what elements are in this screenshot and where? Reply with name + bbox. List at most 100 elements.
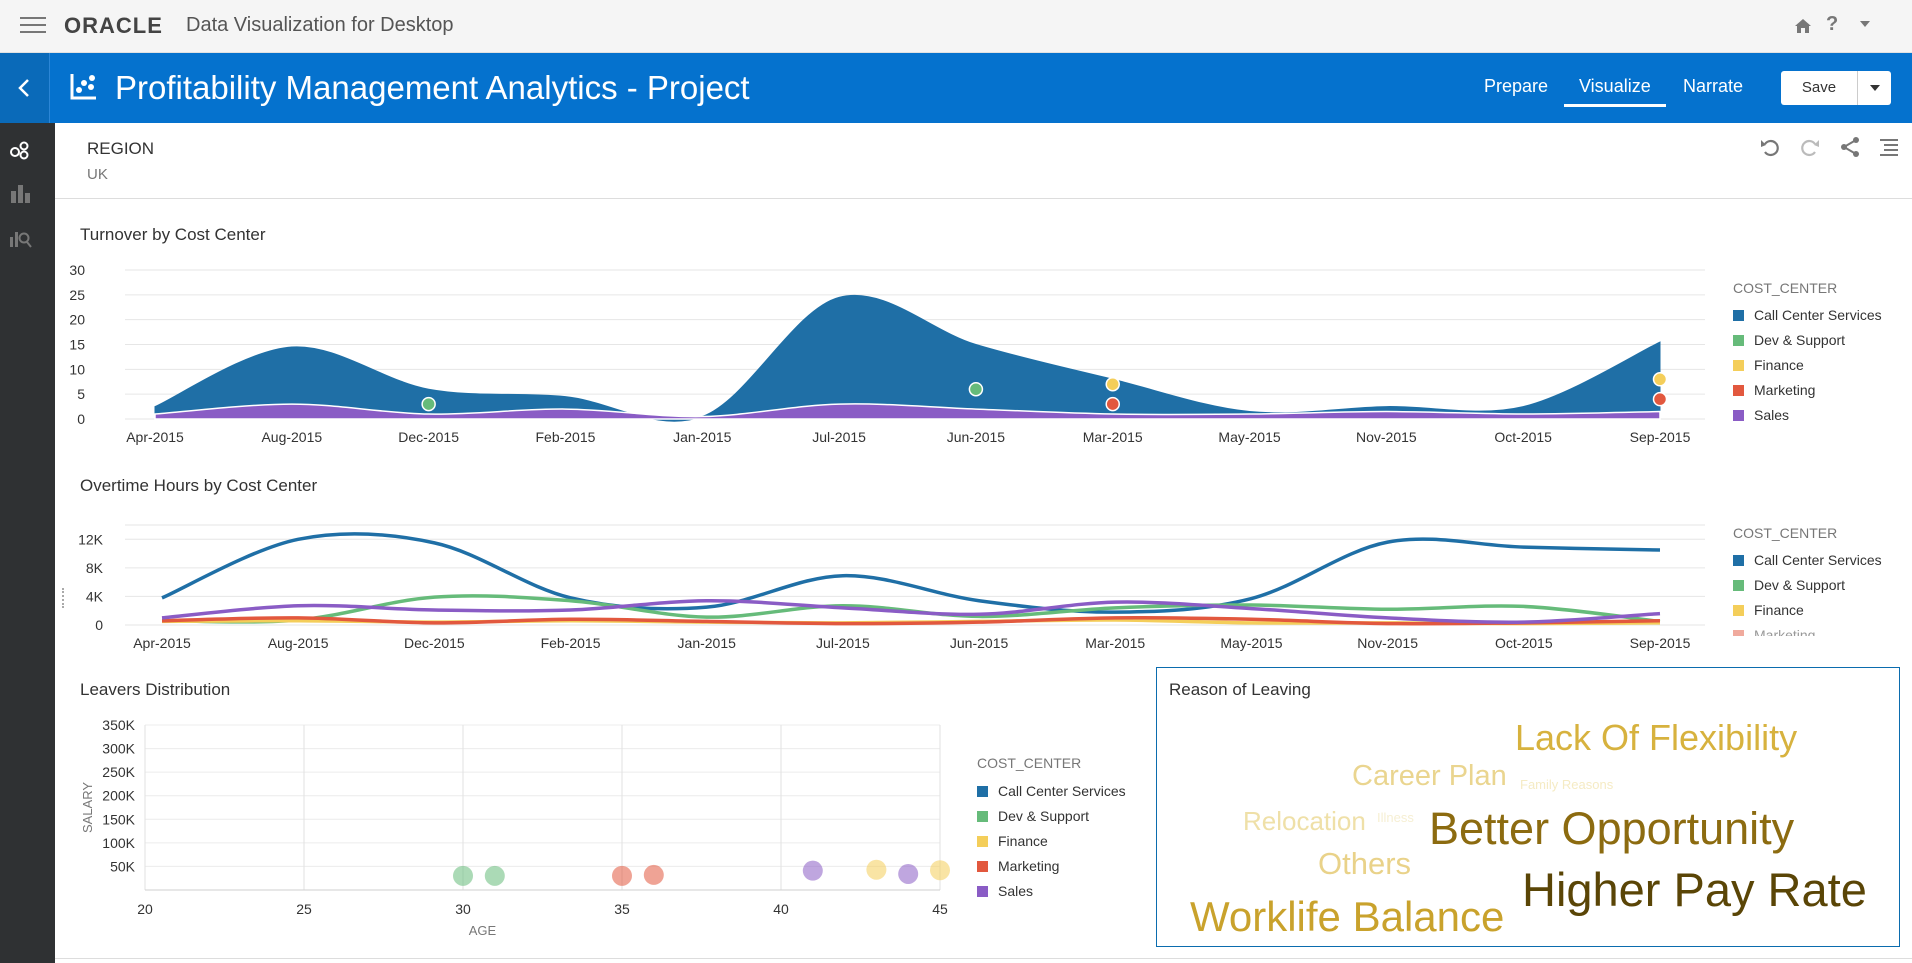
oracle-logo: ORACLE [64, 13, 163, 38]
scatter-point-dev-support [453, 865, 473, 886]
legend-label: Dev & Support [998, 808, 1090, 824]
x-tick-label: Feb-2015 [535, 429, 595, 445]
scatter-point-finance [930, 860, 950, 881]
x-tick-label: 40 [773, 901, 789, 917]
resize-handle[interactable] [62, 588, 64, 608]
word-lack-of-flexibility[interactable]: Lack Of Flexibility [1515, 717, 1797, 759]
redo-icon[interactable] [1799, 136, 1821, 163]
overtime-line-chart[interactable]: 0 4K 8K 12K Apr-2015 Aug-2015 Dec-2015 Feb-2015… [55, 510, 1705, 660]
turnover-chart-title: Turnover by Cost Center [80, 225, 266, 244]
y-tick-label: 250K [102, 764, 135, 780]
legend-swatch [1733, 630, 1744, 636]
overtime-legend-item-call-center-services[interactable]: Call Center Services [1733, 552, 1882, 568]
share-icon[interactable] [1839, 136, 1861, 163]
y-tick-label: 20 [69, 312, 85, 328]
turnover-area-chart[interactable]: 0 5 10 15 20 25 30 Apr-2015 Aug-2015 Dec-2015 Feb-… [55, 255, 1705, 455]
x-tick-label: Nov-2015 [1356, 429, 1417, 445]
y-tick-label: 100K [102, 835, 135, 851]
overtime-legend-item-marketing[interactable]: Marketing [1733, 627, 1815, 636]
analytics-icon[interactable] [8, 225, 32, 254]
save-dropdown-button[interactable] [1857, 71, 1891, 105]
scatter-point-sales [898, 863, 919, 884]
x-tick-label: Aug-2015 [268, 635, 329, 651]
leavers-legend-item-dev-support[interactable]: Dev & Support [977, 808, 1089, 824]
leavers-scatter-chart[interactable]: 50K 100K 150K 200K 250K 300K 350K 20 25 30 35 40 45 A… [55, 700, 965, 945]
x-tick-label: 30 [455, 901, 471, 917]
turnover-legend-item-call-center-services[interactable]: Call Center Services [1733, 307, 1882, 323]
leavers-legend-item-marketing[interactable]: Marketing [977, 858, 1059, 874]
help-icon[interactable]: ? [1826, 13, 1838, 36]
word-others[interactable]: Others [1318, 846, 1411, 882]
legend-swatch [1733, 360, 1744, 371]
x-tick-label: 45 [932, 901, 948, 917]
nav-prepare[interactable]: Prepare [1484, 76, 1548, 97]
leavers-legend-title: COST_CENTER [977, 755, 1082, 771]
turnover-legend-item-sales[interactable]: Sales [1733, 407, 1789, 423]
chevron-down-icon[interactable] [1858, 17, 1872, 36]
word-relocation[interactable]: Relocation [1243, 806, 1366, 837]
filter-label[interactable]: REGION [87, 139, 154, 159]
legend-swatch [1733, 555, 1744, 566]
x-tick-label: Jun-2015 [947, 429, 1006, 445]
y-axis-title: SALARY [80, 782, 95, 833]
legend-label: Dev & Support [1754, 577, 1846, 593]
y-tick-label: 4K [86, 588, 104, 604]
word-better-opportunity[interactable]: Better Opportunity [1429, 803, 1794, 855]
word-career-plan[interactable]: Career Plan [1352, 760, 1507, 793]
leavers-legend-item-finance[interactable]: Finance [977, 833, 1048, 849]
turnover-legend-item-finance[interactable]: Finance [1733, 357, 1804, 373]
y-tick-label: 12K [78, 531, 104, 547]
save-button[interactable]: Save [1781, 71, 1857, 105]
word-worklife-balance[interactable]: Worklife Balance [1190, 893, 1504, 941]
legend-label: Call Center Services [1754, 307, 1882, 323]
y-tick-label: 30 [69, 262, 85, 278]
back-button[interactable] [0, 53, 50, 123]
caret-down-icon [1870, 85, 1880, 91]
turnover-legend-item-marketing[interactable]: Marketing [1733, 382, 1815, 398]
x-tick-label: 35 [614, 901, 630, 917]
wordcloud-title: Reason of Leaving [1169, 680, 1311, 699]
y-tick-label: 15 [69, 337, 85, 353]
turnover-legend-title: COST_CENTER [1733, 280, 1838, 296]
x-tick-label: 25 [296, 901, 312, 917]
overtime-legend-item-finance[interactable]: Finance [1733, 602, 1804, 618]
y-tick-label: 10 [69, 361, 85, 377]
nav-visualize[interactable]: Visualize [1579, 76, 1651, 97]
overtime-legend-item-dev-support[interactable]: Dev & Support [1733, 577, 1845, 593]
x-tick-label: May-2015 [1218, 429, 1280, 445]
y-tick-label: 350K [102, 717, 135, 733]
leavers-legend-item-sales[interactable]: Sales [977, 883, 1033, 899]
legend-label: Dev & Support [1754, 332, 1846, 348]
y-tick-label: 0 [95, 617, 103, 633]
menu-list-icon[interactable] [1878, 137, 1900, 164]
data-elements-icon[interactable] [8, 138, 32, 167]
overtime-legend-title: COST_CENTER [1733, 525, 1838, 541]
legend-label: Finance [1754, 357, 1804, 373]
word-illness[interactable]: Illness [1377, 810, 1414, 825]
y-tick-label: 150K [102, 811, 135, 827]
leavers-legend-item-call-center-services[interactable]: Call Center Services [977, 783, 1126, 799]
legend-swatch [1733, 310, 1744, 321]
nav-narrate[interactable]: Narrate [1683, 76, 1743, 97]
y-tick-label: 25 [69, 287, 85, 303]
top-bar: ORACLE Data Visualization for Desktop ? [0, 0, 1912, 53]
home-icon[interactable] [1792, 15, 1814, 37]
turnover-legend-item-dev-support[interactable]: Dev & Support [1733, 332, 1845, 348]
x-tick-label: Jan-2015 [673, 429, 732, 445]
data-point-marketing [1652, 391, 1668, 407]
filter-value[interactable]: UK [87, 166, 108, 183]
x-tick-label: Sep-2015 [1630, 429, 1691, 445]
undo-icon[interactable] [1759, 136, 1781, 163]
visualizations-icon[interactable] [8, 181, 32, 210]
legend-label: Call Center Services [998, 783, 1126, 799]
hamburger-menu-icon[interactable] [20, 17, 46, 35]
legend-label: Marketing [1754, 627, 1816, 636]
word-higher-pay-rate[interactable]: Higher Pay Rate [1522, 862, 1867, 917]
legend-label: Finance [1754, 602, 1804, 618]
legend-label: Sales [1754, 407, 1790, 423]
word-family-reasons[interactable]: Family Reasons [1520, 777, 1613, 792]
legend-swatch [977, 886, 988, 897]
legend-label: Sales [998, 883, 1034, 899]
legend-swatch [1733, 335, 1744, 346]
leavers-chart-title: Leavers Distribution [80, 680, 231, 699]
